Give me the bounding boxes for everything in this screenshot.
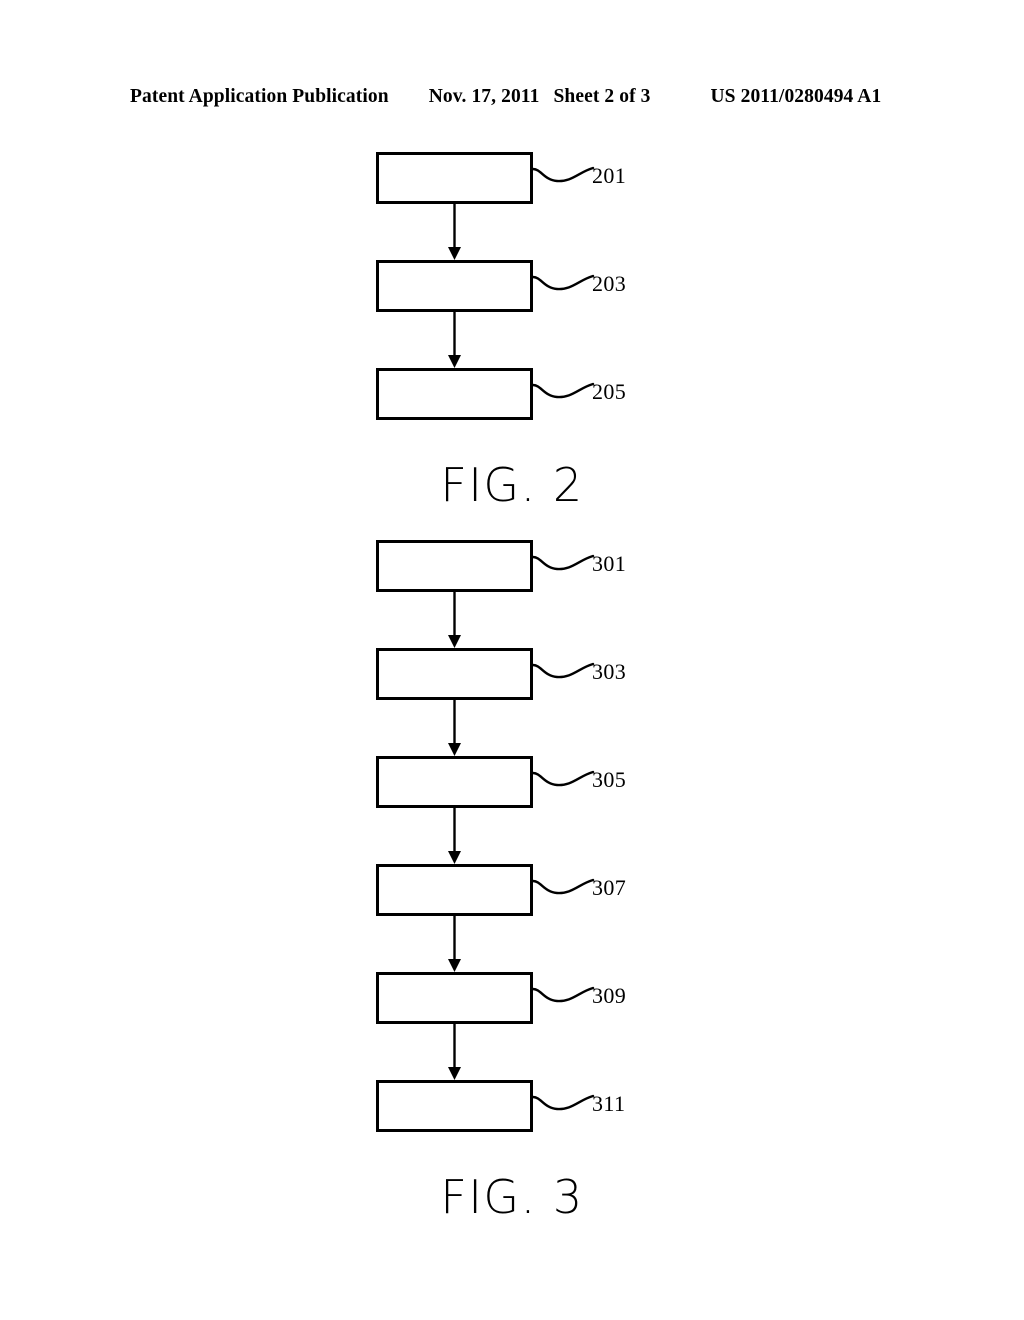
flow-arrow bbox=[376, 1024, 533, 1080]
process-step-box bbox=[376, 152, 533, 204]
reference-numeral: 203 bbox=[592, 271, 627, 296]
flow-arrow bbox=[376, 592, 533, 648]
process-step-box bbox=[376, 368, 533, 420]
process-step: 311 bbox=[0, 1080, 1024, 1132]
reference-numeral: 301 bbox=[592, 551, 627, 576]
figure-3-caption: FIG. 3 bbox=[440, 1170, 584, 1224]
process-step: 309 bbox=[0, 972, 1024, 1024]
reference-numeral: 309 bbox=[592, 983, 627, 1008]
process-step-box bbox=[376, 864, 533, 916]
process-step-box bbox=[376, 648, 533, 700]
figure-3-flowchart: 301 303 305 307 309 311 bbox=[0, 540, 1024, 1132]
process-step: 205 bbox=[0, 368, 1024, 420]
process-step-box bbox=[376, 1080, 533, 1132]
figure-3: 301 303 305 307 309 311 FIG. 3 bbox=[0, 540, 1024, 1220]
reference-numeral: 205 bbox=[592, 379, 627, 404]
header-sheet-number: Sheet 2 of 3 bbox=[553, 86, 651, 107]
flow-arrow bbox=[376, 204, 533, 260]
flow-arrow bbox=[376, 700, 533, 756]
process-step-box bbox=[376, 756, 533, 808]
reference-numeral: 311 bbox=[592, 1091, 626, 1116]
figure-2: 201 203 205 FIG. 2 bbox=[0, 152, 1024, 508]
process-step: 307 bbox=[0, 864, 1024, 916]
process-step-box bbox=[376, 540, 533, 592]
header-publication-label: Patent Application Publication bbox=[130, 86, 389, 107]
header-date: Nov. 17, 2011 bbox=[428, 86, 540, 107]
header-publication-number: US 2011/0280494 A1 bbox=[710, 86, 882, 107]
process-step-box bbox=[376, 972, 533, 1024]
reference-numeral: 305 bbox=[592, 767, 627, 792]
reference-numeral: 303 bbox=[592, 659, 627, 684]
process-step: 203 bbox=[0, 260, 1024, 312]
reference-numeral: 201 bbox=[592, 163, 627, 188]
flow-arrow bbox=[376, 916, 533, 972]
process-step-box bbox=[376, 260, 533, 312]
figure-2-flowchart: 201 203 205 bbox=[0, 152, 1024, 420]
process-step: 301 bbox=[0, 540, 1024, 592]
process-step: 305 bbox=[0, 756, 1024, 808]
page-header: Patent Application Publication Nov. 17, … bbox=[130, 86, 882, 112]
flow-arrow bbox=[376, 808, 533, 864]
process-step: 303 bbox=[0, 648, 1024, 700]
process-step: 201 bbox=[0, 152, 1024, 204]
figure-2-caption: FIG. 2 bbox=[440, 458, 584, 512]
flow-arrow bbox=[376, 312, 533, 368]
reference-numeral: 307 bbox=[592, 875, 627, 900]
